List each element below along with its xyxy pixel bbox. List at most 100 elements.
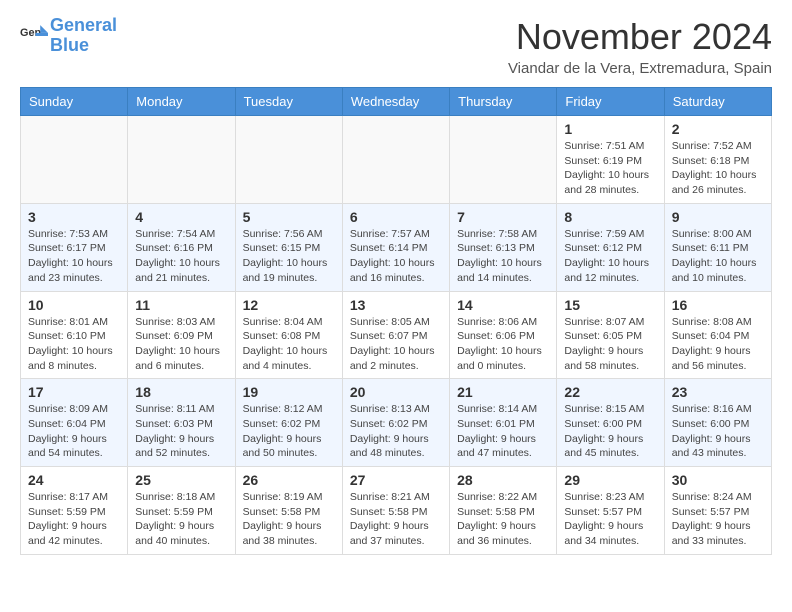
day-number: 4 [135,209,227,225]
day-number: 9 [672,209,764,225]
day-info: Sunrise: 8:22 AM Sunset: 5:58 PM Dayligh… [457,490,549,549]
day-number: 3 [28,209,120,225]
calendar-cell [450,116,557,204]
weekday-header-tuesday: Tuesday [235,88,342,116]
day-number: 8 [564,209,656,225]
calendar-cell: 7 Sunrise: 7:58 AM Sunset: 6:13 PM Daylig… [450,203,557,291]
day-number: 27 [350,472,442,488]
calendar-cell [235,116,342,204]
day-info: Sunrise: 7:54 AM Sunset: 6:16 PM Dayligh… [135,227,227,286]
calendar-cell: 6Sunrise: 7:57 AM Sunset: 6:14 PM Daylig… [342,203,449,291]
day-info: Sunrise: 8:21 AM Sunset: 5:58 PM Dayligh… [350,490,442,549]
day-info: Sunrise: 7:58 AM Sunset: 6:13 PM Dayligh… [457,227,549,286]
calendar: SundayMondayTuesdayWednesdayThursdayFrid… [20,87,772,555]
day-number: 2 [672,121,764,137]
day-info: Sunrise: 8:18 AM Sunset: 5:59 PM Dayligh… [135,490,227,549]
calendar-header: SundayMondayTuesdayWednesdayThursdayFrid… [21,88,772,116]
calendar-cell: 29Sunrise: 8:23 AM Sunset: 5:57 PM Dayli… [557,467,664,555]
day-number: 23 [672,384,764,400]
day-number: 14 [457,297,549,313]
weekday-header-wednesday: Wednesday [342,88,449,116]
calendar-cell: 21 Sunrise: 8:14 AM Sunset: 6:01 PM Dayli… [450,379,557,467]
calendar-cell: 18 Sunrise: 8:11 AM Sunset: 6:03 PM Dayli… [128,379,235,467]
day-info: Sunrise: 8:14 AM Sunset: 6:01 PM Dayligh… [457,402,549,461]
calendar-cell: 12 Sunrise: 8:04 AM Sunset: 6:08 PM Dayli… [235,291,342,379]
day-info: Sunrise: 7:51 AM Sunset: 6:19 PM Dayligh… [564,139,656,198]
day-number: 7 [457,209,549,225]
day-info: Sunrise: 7:57 AM Sunset: 6:14 PM Dayligh… [350,227,442,286]
calendar-cell: 15Sunrise: 8:07 AM Sunset: 6:05 PM Dayli… [557,291,664,379]
day-number: 13 [350,297,442,313]
calendar-cell: 26 Sunrise: 8:19 AM Sunset: 5:58 PM Dayli… [235,467,342,555]
day-number: 18 [135,384,227,400]
day-info: Sunrise: 7:56 AM Sunset: 6:15 PM Dayligh… [243,227,335,286]
calendar-week-3: 10Sunrise: 8:01 AM Sunset: 6:10 PM Dayli… [21,291,772,379]
header: Gen General Blue November 2024 Viandar d… [20,16,772,77]
day-info: Sunrise: 8:24 AM Sunset: 5:57 PM Dayligh… [672,490,764,549]
calendar-cell: 20Sunrise: 8:13 AM Sunset: 6:02 PM Dayli… [342,379,449,467]
calendar-cell [342,116,449,204]
logo-text: General Blue [50,16,117,56]
day-number: 5 [243,209,335,225]
logo-general: General [50,15,117,35]
calendar-cell: 24Sunrise: 8:17 AM Sunset: 5:59 PM Dayli… [21,467,128,555]
day-info: Sunrise: 8:19 AM Sunset: 5:58 PM Dayligh… [243,490,335,549]
calendar-week-4: 17Sunrise: 8:09 AM Sunset: 6:04 PM Dayli… [21,379,772,467]
weekday-header-friday: Friday [557,88,664,116]
day-info: Sunrise: 8:23 AM Sunset: 5:57 PM Dayligh… [564,490,656,549]
day-number: 26 [243,472,335,488]
calendar-cell: 30 Sunrise: 8:24 AM Sunset: 5:57 PM Dayli… [664,467,771,555]
day-info: Sunrise: 7:59 AM Sunset: 6:12 PM Dayligh… [564,227,656,286]
calendar-cell [21,116,128,204]
day-info: Sunrise: 8:00 AM Sunset: 6:11 PM Dayligh… [672,227,764,286]
calendar-cell: 10Sunrise: 8:01 AM Sunset: 6:10 PM Dayli… [21,291,128,379]
calendar-cell: 2 Sunrise: 7:52 AM Sunset: 6:18 PM Daylig… [664,116,771,204]
weekday-header-saturday: Saturday [664,88,771,116]
page-container: Gen General Blue November 2024 Viandar d… [0,0,792,571]
day-info: Sunrise: 8:08 AM Sunset: 6:04 PM Dayligh… [672,315,764,374]
day-info: Sunrise: 8:04 AM Sunset: 6:08 PM Dayligh… [243,315,335,374]
day-info: Sunrise: 8:12 AM Sunset: 6:02 PM Dayligh… [243,402,335,461]
calendar-cell [128,116,235,204]
title-section: November 2024 Viandar de la Vera, Extrem… [508,16,772,77]
calendar-cell: 22 Sunrise: 8:15 AM Sunset: 6:00 PM Dayli… [557,379,664,467]
calendar-cell: 13Sunrise: 8:05 AM Sunset: 6:07 PM Dayli… [342,291,449,379]
calendar-week-1: 1 Sunrise: 7:51 AM Sunset: 6:19 PM Daylig… [21,116,772,204]
calendar-cell: 25Sunrise: 8:18 AM Sunset: 5:59 PM Dayli… [128,467,235,555]
calendar-cell: 27 Sunrise: 8:21 AM Sunset: 5:58 PM Dayli… [342,467,449,555]
calendar-cell: 3Sunrise: 7:53 AM Sunset: 6:17 PM Daylig… [21,203,128,291]
day-number: 16 [672,297,764,313]
month-title: November 2024 [508,16,772,58]
day-number: 28 [457,472,549,488]
calendar-cell: 4 Sunrise: 7:54 AM Sunset: 6:16 PM Daylig… [128,203,235,291]
day-number: 20 [350,384,442,400]
logo: Gen General Blue [20,16,117,56]
day-info: Sunrise: 8:15 AM Sunset: 6:00 PM Dayligh… [564,402,656,461]
day-number: 30 [672,472,764,488]
calendar-week-2: 3Sunrise: 7:53 AM Sunset: 6:17 PM Daylig… [21,203,772,291]
day-number: 21 [457,384,549,400]
logo-icon: Gen [20,22,48,50]
day-number: 19 [243,384,335,400]
day-number: 1 [564,121,656,137]
calendar-cell: 14 Sunrise: 8:06 AM Sunset: 6:06 PM Dayli… [450,291,557,379]
day-info: Sunrise: 8:03 AM Sunset: 6:09 PM Dayligh… [135,315,227,374]
weekday-header-thursday: Thursday [450,88,557,116]
calendar-cell: 16 Sunrise: 8:08 AM Sunset: 6:04 PM Dayli… [664,291,771,379]
day-number: 11 [135,297,227,313]
calendar-week-5: 24Sunrise: 8:17 AM Sunset: 5:59 PM Dayli… [21,467,772,555]
day-info: Sunrise: 8:09 AM Sunset: 6:04 PM Dayligh… [28,402,120,461]
logo-blue: Blue [50,35,89,55]
day-number: 15 [564,297,656,313]
day-info: Sunrise: 7:52 AM Sunset: 6:18 PM Dayligh… [672,139,764,198]
calendar-cell: 9 Sunrise: 8:00 AM Sunset: 6:11 PM Daylig… [664,203,771,291]
day-info: Sunrise: 8:17 AM Sunset: 5:59 PM Dayligh… [28,490,120,549]
day-info: Sunrise: 8:06 AM Sunset: 6:06 PM Dayligh… [457,315,549,374]
day-number: 22 [564,384,656,400]
weekday-header-row: SundayMondayTuesdayWednesdayThursdayFrid… [21,88,772,116]
day-info: Sunrise: 8:11 AM Sunset: 6:03 PM Dayligh… [135,402,227,461]
weekday-header-monday: Monday [128,88,235,116]
day-number: 12 [243,297,335,313]
calendar-cell: 1 Sunrise: 7:51 AM Sunset: 6:19 PM Daylig… [557,116,664,204]
calendar-cell: 17Sunrise: 8:09 AM Sunset: 6:04 PM Dayli… [21,379,128,467]
